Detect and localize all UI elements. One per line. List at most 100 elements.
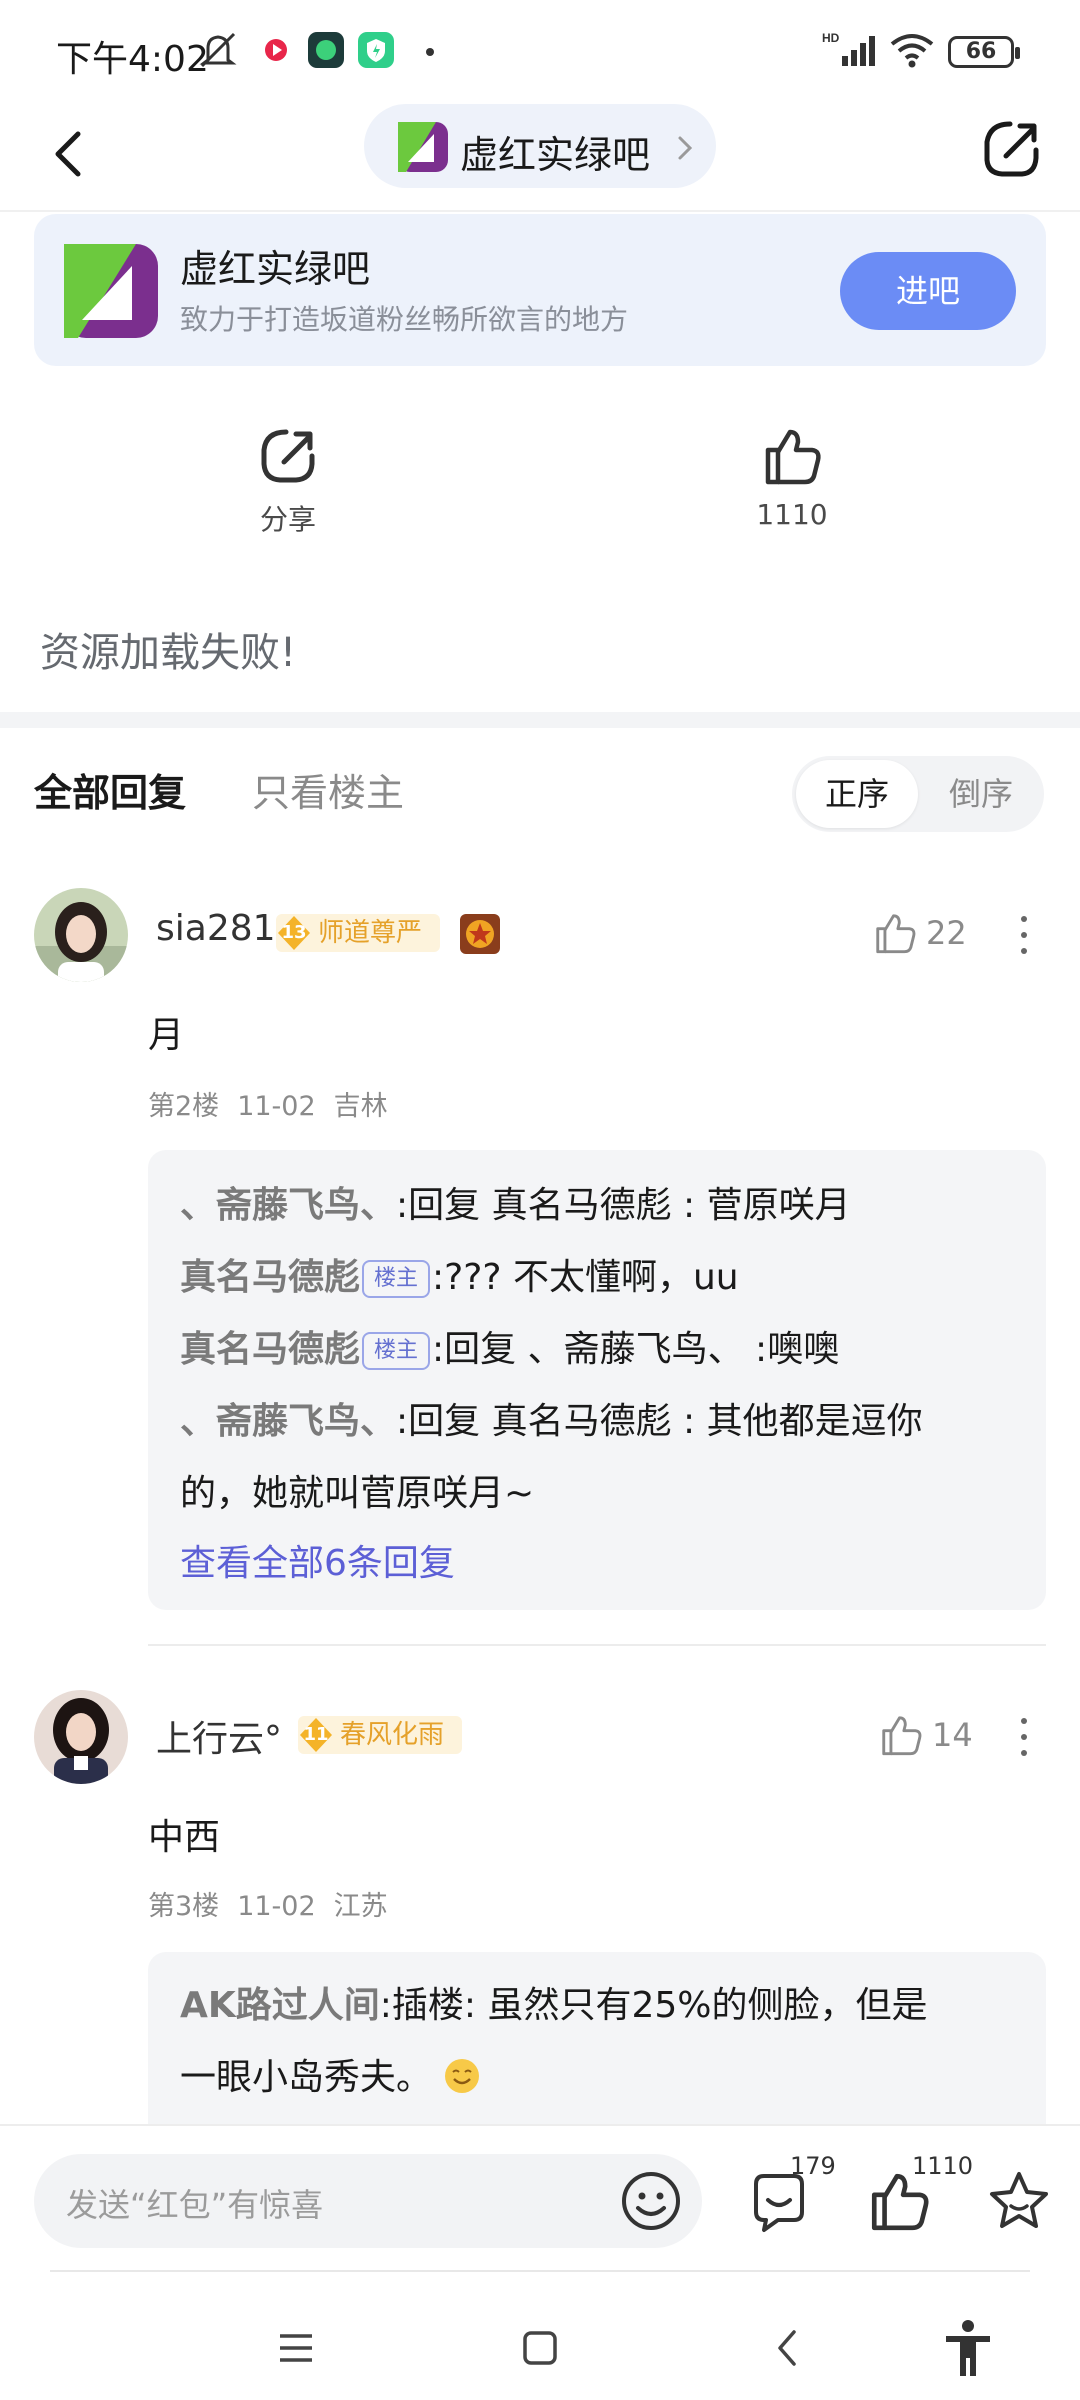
- bottom-input-bar: 发送“红包”有惊喜 179 1110: [0, 2124, 1080, 2274]
- forum-logo-icon: [64, 244, 158, 338]
- forum-card-name: 虚红实绿吧: [180, 247, 371, 291]
- security-app-icon: [358, 32, 394, 68]
- level-title: 师道尊严: [318, 918, 423, 948]
- comment-input[interactable]: 发送“红包”有惊喜: [34, 2154, 702, 2248]
- back-button[interactable]: [40, 122, 104, 186]
- comment-input-placeholder: 发送“红包”有惊喜: [66, 2186, 324, 2224]
- nav-separator: [50, 2270, 1030, 2272]
- sub-replies-box[interactable]: 、斋藤飞鸟、:回复 真名马德彪 : 菅原咲月 真名马德彪 楼主:??? 不太懂啊，…: [148, 1150, 1046, 1610]
- sub-reply-continued: 一眼小岛秀夫。: [180, 2048, 481, 2100]
- post-location: 江苏: [333, 1891, 388, 1922]
- post-date: 11-02: [237, 1891, 316, 1922]
- sub-reply-sep: :: [432, 1257, 445, 1298]
- accessibility-icon[interactable]: [940, 2318, 996, 2378]
- sub-reply: 真名马德彪 楼主:??? 不太懂啊，uu: [180, 1248, 739, 1300]
- level-icon: [278, 916, 310, 950]
- system-nav-bar: [0, 2290, 1080, 2400]
- thumbs-up-icon: [876, 914, 916, 954]
- sub-reply-sep: :: [432, 1329, 445, 1370]
- sort-toggle: 正序 倒序: [792, 756, 1044, 832]
- hd-signal-icon: HD: [822, 31, 875, 66]
- forum-pill-name: 虚红实绿吧: [460, 133, 651, 177]
- forum-card-description: 致力于打造坂道粉丝畅所欲言的地方: [180, 303, 629, 336]
- favorite-star-icon[interactable]: [986, 2168, 1052, 2234]
- sub-reply-text: 一眼小岛秀夫。: [180, 2057, 433, 2098]
- sort-ascending-button[interactable]: 正序: [796, 760, 918, 828]
- sub-reply-text: 插楼: 虽然只有25%的侧脸，但是: [391, 1985, 928, 2026]
- smile-emoji-icon: [445, 2059, 480, 2093]
- post-like-button[interactable]: 22: [872, 910, 992, 960]
- enter-forum-button[interactable]: 进吧: [840, 252, 1016, 330]
- chevron-right-icon: [678, 136, 693, 160]
- post-location: 吉林: [333, 1091, 388, 1122]
- post-floor: 第3楼: [148, 1891, 220, 1922]
- op-tag: 楼主: [362, 1332, 431, 1370]
- view-all-replies-link[interactable]: 查看全部6条回复: [180, 1534, 455, 1586]
- post-floor: 第2楼: [148, 1091, 220, 1122]
- post-date: 11-02: [237, 1091, 316, 1122]
- sub-reply: AK路过人间:插楼: 虽然只有25%的侧脸，但是: [180, 1976, 928, 2028]
- avatar[interactable]: [34, 888, 128, 982]
- username[interactable]: sia281: [156, 908, 276, 949]
- sub-reply-sep: :: [396, 1185, 409, 1226]
- sub-reply-author[interactable]: 、斋藤飞鸟、: [180, 1401, 396, 1442]
- sub-reply: 、斋藤飞鸟、:回复 真名马德彪 : 其他都是逗你: [180, 1392, 923, 1444]
- share-label: 分享: [259, 503, 316, 536]
- sub-reply: 真名马德彪 楼主:回复 、斋藤飞鸟、 :噢噢: [180, 1320, 839, 1372]
- thumbs-up-icon: [765, 429, 821, 485]
- battery-icon: 66: [948, 36, 1020, 68]
- sub-reply-author[interactable]: AK路过人间: [180, 1985, 380, 2026]
- status-bar: 下午4:02 HD 66: [0, 0, 1080, 100]
- load-error-message: 资源加载失败!: [40, 630, 297, 676]
- sub-reply-continued: 的，她就叫菅原咲月~: [180, 1473, 535, 1514]
- status-dot: [426, 48, 434, 56]
- sub-reply-author[interactable]: 、斋藤飞鸟、: [180, 1185, 396, 1226]
- back-nav-icon[interactable]: [772, 2326, 802, 2370]
- post-like-button[interactable]: 14: [878, 1712, 988, 1762]
- post-meta: 第2楼 11-02 吉林: [148, 1084, 406, 1123]
- silent-icon: [199, 32, 237, 68]
- sub-reply-author[interactable]: 真名马德彪: [180, 1257, 360, 1298]
- status-time: 下午4:02: [56, 39, 209, 80]
- share-button[interactable]: [976, 114, 1046, 184]
- sub-reply-text: 回复 真名马德彪 : 其他都是逗你: [408, 1401, 923, 1442]
- sub-replies-box[interactable]: AK路过人间:插楼: 虽然只有25%的侧脸，但是 一眼小岛秀夫。: [148, 1952, 1046, 2124]
- sub-reply-author[interactable]: 真名马德彪: [180, 1329, 360, 1370]
- sub-reply-text: 回复 、斋藤飞鸟、 :噢噢: [444, 1329, 840, 1370]
- post-content: 中西: [148, 1817, 221, 1858]
- more-options-icon[interactable]: [1014, 910, 1034, 960]
- svg-text:HD: HD: [822, 31, 840, 45]
- tab-op-only[interactable]: 只看楼主: [252, 762, 404, 817]
- level-icon: [300, 1718, 332, 1752]
- op-tag: 楼主: [362, 1260, 431, 1298]
- section-divider: [0, 712, 1080, 728]
- top-nav: 虚红实绿吧: [0, 100, 1080, 212]
- forum-card[interactable]: 虚红实绿吧 致力于打造坂道粉丝畅所欲言的地方 进吧: [34, 214, 1046, 366]
- home-icon[interactable]: [520, 2328, 560, 2368]
- sub-reply-sep: :: [396, 1401, 409, 1442]
- sub-reply-text: 回复 真名马德彪 : 菅原咲月: [408, 1185, 851, 1226]
- forum-logo-icon: [398, 122, 448, 172]
- avatar[interactable]: [34, 1690, 128, 1784]
- sub-reply: 、斋藤飞鸟、:回复 真名马德彪 : 菅原咲月: [180, 1176, 851, 1228]
- share-action[interactable]: 分享: [218, 424, 358, 538]
- forum-pill-button[interactable]: 虚红实绿吧: [364, 104, 716, 188]
- more-options-icon[interactable]: [1014, 1712, 1034, 1762]
- post-meta: 第3楼 11-02 江苏: [148, 1884, 406, 1923]
- post-content: 月: [148, 1015, 185, 1056]
- post-divider: [148, 1644, 1046, 1646]
- like-action[interactable]: 1110: [722, 424, 862, 531]
- level-badge: 13 师道尊严: [276, 914, 440, 952]
- emoji-button[interactable]: [618, 2168, 684, 2234]
- post-like-count: 22: [926, 914, 967, 952]
- menu-icon[interactable]: [276, 2330, 316, 2366]
- sort-descending-button[interactable]: 倒序: [920, 760, 1042, 828]
- tab-all-replies[interactable]: 全部回复: [34, 762, 186, 817]
- like-count: 1110: [756, 498, 828, 531]
- level-badge: 11 春风化雨: [298, 1716, 462, 1754]
- post-like-count: 14: [932, 1716, 973, 1754]
- username[interactable]: 上行云°: [156, 1710, 282, 1762]
- level-title: 春风化雨: [340, 1720, 445, 1750]
- wifi-icon: [890, 34, 934, 68]
- like-count: 1110: [912, 2152, 974, 2180]
